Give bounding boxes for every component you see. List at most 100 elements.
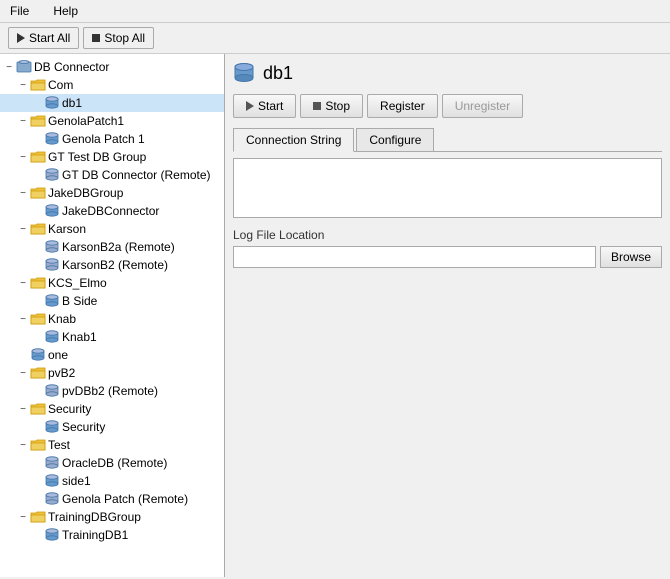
log-file-input[interactable]: [233, 246, 596, 268]
tree-icon-genolapatch: [44, 131, 60, 147]
tree-node-trainingdb1[interactable]: TrainingDB1: [0, 526, 224, 544]
tree-node-genolapatch[interactable]: Genola Patch 1: [0, 130, 224, 148]
tree-expand-pvb2[interactable]: −: [16, 366, 30, 380]
menu-help[interactable]: Help: [47, 2, 84, 20]
tree-node-dbconnector[interactable]: − DB Connector: [0, 58, 224, 76]
tree-label-knab: Knab: [48, 312, 76, 326]
stop-all-label: Stop All: [104, 31, 145, 45]
tree-node-knab[interactable]: − Knab: [0, 310, 224, 328]
tree-icon-trainingdbgroup: [30, 509, 46, 525]
tree-label-one: one: [48, 348, 68, 362]
tree-expand-dbconnector[interactable]: −: [2, 60, 16, 74]
tree-icon-genolapatch1: [30, 113, 46, 129]
tree-label-knab1: Knab1: [62, 330, 97, 344]
tree-icon-dbconnector: [16, 59, 32, 75]
start-all-label: Start All: [29, 31, 70, 45]
tree-expand-karson[interactable]: −: [16, 222, 30, 236]
tab-configure[interactable]: Configure: [356, 128, 434, 151]
stop-icon: [92, 34, 100, 42]
tree-node-one[interactable]: one: [0, 346, 224, 364]
tree-icon-com: [30, 77, 46, 93]
tree-icon-trainingdb1: [44, 527, 60, 543]
tree-expand-test[interactable]: −: [16, 438, 30, 452]
tab-bar: Connection String Configure: [233, 128, 662, 152]
tree-expand-gttestdbgroup[interactable]: −: [16, 150, 30, 164]
tree-icon-pvb2: [30, 365, 46, 381]
main-layout: − DB Connector− Com db1 − GenolaPatch1 Ge…: [0, 54, 670, 577]
tab-connection-string[interactable]: Connection String: [233, 128, 354, 152]
tree-icon-karsonb2: [44, 257, 60, 273]
tree-icon-jakedbgroup: [30, 185, 46, 201]
tree-node-jakedbgroup[interactable]: − JakeDBGroup: [0, 184, 224, 202]
action-buttons: Start Stop Register Unregister: [233, 94, 662, 118]
tree-label-genolapatchremote: Genola Patch (Remote): [62, 492, 188, 506]
tree-icon-bside: [44, 293, 60, 309]
tree-node-com[interactable]: − Com: [0, 76, 224, 94]
tree-node-securityitem[interactable]: Security: [0, 418, 224, 436]
tree-node-gttestdbgroup[interactable]: − GT Test DB Group: [0, 148, 224, 166]
connection-string-input[interactable]: [233, 158, 662, 218]
tree-node-db1[interactable]: db1: [0, 94, 224, 112]
tree-node-pvdbb2[interactable]: pvDBb2 (Remote): [0, 382, 224, 400]
tree-label-pvdbb2: pvDBb2 (Remote): [62, 384, 158, 398]
tree-node-knab1[interactable]: Knab1: [0, 328, 224, 346]
tree-icon-security: [30, 401, 46, 417]
tree-node-jakedbconnector[interactable]: JakeDBConnector: [0, 202, 224, 220]
tree-expand-trainingdbgroup[interactable]: −: [16, 510, 30, 524]
start-all-button[interactable]: Start All: [8, 27, 79, 49]
tree-label-jakedbgroup: JakeDBGroup: [48, 186, 123, 200]
tree-label-db1: db1: [62, 96, 82, 110]
tree-icon-securityitem: [44, 419, 60, 435]
tree-expand-jakedbgroup[interactable]: −: [16, 186, 30, 200]
menu-bar: File Help: [0, 0, 670, 23]
tree-expand-knab[interactable]: −: [16, 312, 30, 326]
tree-node-test[interactable]: − Test: [0, 436, 224, 454]
tree-node-bside[interactable]: B Side: [0, 292, 224, 310]
play-icon: [17, 33, 25, 43]
stop-label: Stop: [325, 99, 350, 113]
tree-node-security[interactable]: − Security: [0, 400, 224, 418]
tree-panel[interactable]: − DB Connector− Com db1 − GenolaPatch1 Ge…: [0, 54, 225, 577]
tree-icon-jakedbconnector: [44, 203, 60, 219]
tree-expand-com[interactable]: −: [16, 78, 30, 92]
tree-icon-test: [30, 437, 46, 453]
tree-expand-genolapatch1[interactable]: −: [16, 114, 30, 128]
start-button[interactable]: Start: [233, 94, 296, 118]
tree-label-genolapatch: Genola Patch 1: [62, 132, 145, 146]
tree-node-oracledb[interactable]: OracleDB (Remote): [0, 454, 224, 472]
stop-square-icon: [313, 102, 321, 110]
tree-label-bside: B Side: [62, 294, 97, 308]
unregister-button[interactable]: Unregister: [442, 94, 523, 118]
detail-panel: db1 Start Stop Register Unregister Conne…: [225, 54, 670, 577]
tree-node-genolapatch1[interactable]: − GenolaPatch1: [0, 112, 224, 130]
tree-icon-genolapatchremote: [44, 491, 60, 507]
stop-button[interactable]: Stop: [300, 94, 363, 118]
tree-node-genolapatchremote[interactable]: Genola Patch (Remote): [0, 490, 224, 508]
tree-expand-kcs_elmo[interactable]: −: [16, 276, 30, 290]
tree-icon-kcs_elmo: [30, 275, 46, 291]
tree-expand-security[interactable]: −: [16, 402, 30, 416]
log-location-row: Browse: [233, 246, 662, 268]
register-button[interactable]: Register: [367, 94, 438, 118]
tree-node-side1[interactable]: side1: [0, 472, 224, 490]
tree-label-karsonb2: KarsonB2 (Remote): [62, 258, 168, 272]
tree-node-karson[interactable]: − Karson: [0, 220, 224, 238]
tree-node-karsonb2a[interactable]: KarsonB2a (Remote): [0, 238, 224, 256]
menu-file[interactable]: File: [4, 2, 35, 20]
tree-label-karsonb2a: KarsonB2a (Remote): [62, 240, 175, 254]
tree-node-kcs_elmo[interactable]: − KCS_Elmo: [0, 274, 224, 292]
tree-node-trainingdbgroup[interactable]: − TrainingDBGroup: [0, 508, 224, 526]
tree-label-jakedbconnector: JakeDBConnector: [62, 204, 159, 218]
tree-label-securityitem: Security: [62, 420, 105, 434]
start-label: Start: [258, 99, 283, 113]
tree-node-gtdbconnector[interactable]: GT DB Connector (Remote): [0, 166, 224, 184]
tree-node-pvb2[interactable]: − pvB2: [0, 364, 224, 382]
start-play-icon: [246, 101, 254, 111]
tree-label-pvb2: pvB2: [48, 366, 75, 380]
tree-node-karsonb2[interactable]: KarsonB2 (Remote): [0, 256, 224, 274]
tree-icon-pvdbb2: [44, 383, 60, 399]
detail-db-name: db1: [263, 63, 293, 84]
tree-label-gttestdbgroup: GT Test DB Group: [48, 150, 146, 164]
browse-button[interactable]: Browse: [600, 246, 662, 268]
stop-all-button[interactable]: Stop All: [83, 27, 154, 49]
